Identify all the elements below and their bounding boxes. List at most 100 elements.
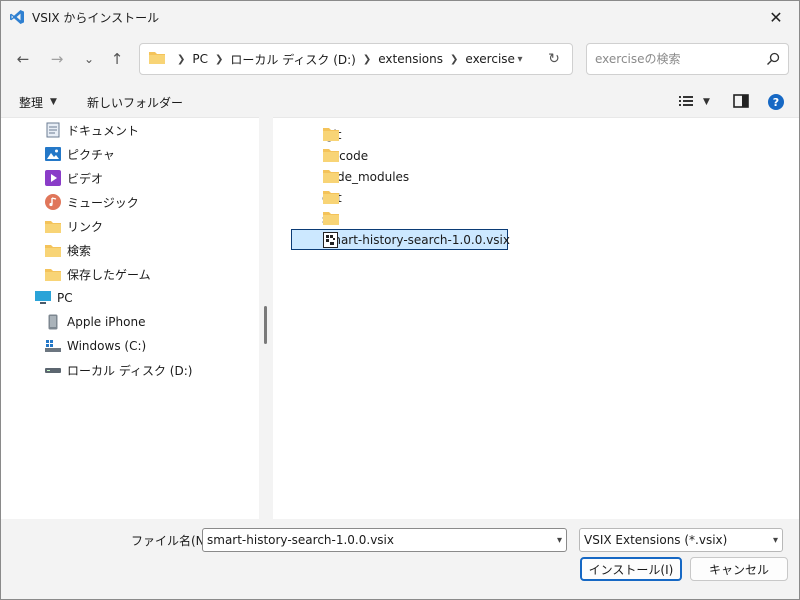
sidebar-item-links[interactable]: リンク — [45, 214, 103, 238]
phone-icon — [45, 314, 61, 330]
sidebar-item-label: ローカル ディスク (D:) — [67, 363, 193, 378]
recent-locations-button[interactable]: ⌄ — [75, 41, 103, 77]
sidebar-item-label: ビデオ — [67, 171, 104, 186]
music-icon — [45, 194, 61, 210]
document-icon — [45, 122, 61, 138]
sidebar-item-label: ドキュメント — [67, 123, 140, 138]
up-button[interactable]: ↑ — [103, 41, 131, 77]
forward-button[interactable]: → — [43, 41, 71, 77]
dialog-window: VSIX からインストール ✕ ← → ⌄ ↑ ❯ PC ❯ ローカル ディスク… — [0, 0, 800, 600]
search-box — [586, 43, 789, 75]
preview-pane-button[interactable] — [733, 87, 749, 117]
folder-icon — [45, 266, 61, 282]
breadcrumb-pc[interactable]: PC — [192, 52, 208, 66]
file-item-vscode[interactable]: .vscode — [291, 145, 368, 166]
organize-label: 整理 — [19, 95, 44, 110]
address-bar[interactable]: ❯ PC ❯ ローカル ディスク (D:) ❯ extensions ❯ exe… — [139, 43, 573, 75]
cancel-button[interactable]: キャンセル — [690, 557, 788, 581]
file-type-value: VSIX Extensions (*.vsix) — [584, 533, 728, 547]
chevron-right-icon: ❯ — [177, 53, 186, 65]
file-item-git[interactable]: .git — [291, 124, 341, 145]
sidebar-item-windows-c[interactable]: Windows (C:) — [45, 334, 146, 358]
chevron-right-icon: ❯ — [362, 53, 372, 65]
sidebar-item-pc[interactable]: PC — [35, 286, 73, 310]
search-icon[interactable] — [766, 52, 780, 66]
vscode-icon — [9, 9, 25, 25]
arrow-up-icon: ↑ — [110, 50, 124, 68]
back-button[interactable]: ← — [9, 41, 37, 77]
breadcrumb-extensions[interactable]: extensions — [378, 52, 443, 66]
help-button[interactable]: ? — [768, 87, 784, 117]
new-folder-label: 新しいフォルダー — [87, 95, 184, 110]
video-icon — [45, 170, 61, 186]
preview-pane-icon — [733, 93, 749, 111]
address-dropdown-icon[interactable]: ▾ — [512, 44, 528, 74]
chevron-down-icon: ▾ — [772, 534, 778, 546]
chevron-down-icon: ⌄ — [83, 52, 95, 66]
file-list: .git .vscode node_modules out src — [273, 117, 799, 519]
install-label: インストール(I) — [588, 562, 674, 577]
vsix-file-icon — [323, 232, 339, 248]
file-item-out[interactable]: out — [291, 187, 342, 208]
chevron-down-icon: ▼ — [703, 97, 710, 107]
view-options-button[interactable]: ▼ — [679, 87, 710, 117]
folder-icon — [323, 127, 339, 141]
folder-icon — [323, 169, 339, 183]
bottom-panel: ファイル名(N): smart-history-search-1.0.0.vsi… — [1, 519, 799, 599]
pc-icon — [35, 290, 51, 306]
arrow-right-icon: → — [50, 50, 64, 68]
filename-value: smart-history-search-1.0.0.vsix — [207, 533, 394, 547]
chevron-right-icon: ❯ — [450, 53, 459, 65]
arrow-left-icon: ← — [16, 50, 30, 68]
close-icon: ✕ — [769, 7, 783, 27]
navigation-bar: ← → ⌄ ↑ ❯ PC ❯ ローカル ディスク (D:) ❯ extensio… — [1, 41, 799, 77]
sidebar-item-label: 検索 — [67, 243, 92, 258]
scrollbar-thumb[interactable] — [264, 306, 267, 344]
sidebar-item-videos[interactable]: ビデオ — [45, 166, 103, 190]
new-folder-button[interactable]: 新しいフォルダー — [87, 87, 183, 117]
folder-icon — [45, 218, 61, 234]
folder-icon — [323, 148, 339, 162]
folder-icon — [323, 190, 339, 204]
file-item-node-modules[interactable]: node_modules — [291, 166, 409, 187]
file-type-select[interactable]: VSIX Extensions (*.vsix) ▾ — [579, 528, 783, 552]
file-name: smart-history-search-1.0.0.vsix — [323, 232, 510, 247]
sidebar-item-local-disk-d[interactable]: ローカル ディスク (D:) — [45, 358, 192, 382]
sidebar-item-label: Windows (C:) — [67, 339, 147, 353]
organize-button[interactable]: 整理 ▼ — [19, 87, 57, 117]
windows-drive-icon — [45, 338, 61, 354]
title-bar: VSIX からインストール ✕ — [1, 1, 799, 33]
sidebar-item-saved-games[interactable]: 保存したゲーム — [45, 262, 151, 286]
sidebar-item-documents[interactable]: ドキュメント — [45, 118, 139, 142]
pictures-icon — [45, 146, 61, 162]
sidebar-item-apple-iphone[interactable]: Apple iPhone — [45, 310, 145, 334]
folder-icon — [148, 50, 166, 68]
close-button[interactable]: ✕ — [753, 1, 799, 33]
breadcrumb-local-disk[interactable]: ローカル ディスク (D:) — [230, 51, 355, 68]
install-button[interactable]: インストール(I) — [580, 557, 682, 581]
help-icon: ? — [768, 94, 784, 110]
search-input[interactable] — [587, 44, 762, 74]
folder-icon — [45, 242, 61, 258]
sidebar-item-searches[interactable]: 検索 — [45, 238, 91, 262]
filename-field[interactable]: smart-history-search-1.0.0.vsix ▾ — [202, 528, 567, 552]
sidebar-item-label: Apple iPhone — [67, 315, 146, 329]
sidebar-item-pictures[interactable]: ピクチャ — [45, 142, 115, 166]
drive-icon — [45, 362, 61, 378]
navigation-pane: ドキュメント ピクチャ ビデオ ミュージック リンク 検索 保存したゲーム PC… — [1, 117, 259, 519]
file-item-vsix-selected[interactable]: smart-history-search-1.0.0.vsix — [291, 229, 510, 250]
sidebar-item-music[interactable]: ミュージック — [45, 190, 139, 214]
sidebar-item-label: リンク — [67, 219, 104, 234]
breadcrumb-exercise[interactable]: exercise — [465, 52, 515, 66]
list-view-icon — [679, 95, 693, 110]
file-item-src[interactable]: src — [291, 208, 340, 229]
window-title: VSIX からインストール — [32, 10, 160, 25]
folder-icon — [323, 211, 339, 225]
sidebar-item-label: ミュージック — [67, 195, 139, 210]
chevron-down-icon: ▼ — [50, 97, 57, 107]
sidebar-item-label: ピクチャ — [67, 147, 115, 162]
chevron-down-icon[interactable]: ▾ — [557, 529, 562, 551]
refresh-icon[interactable]: ↻ — [544, 44, 564, 74]
chevron-right-icon: ❯ — [215, 53, 224, 65]
cancel-label: キャンセル — [708, 562, 769, 577]
